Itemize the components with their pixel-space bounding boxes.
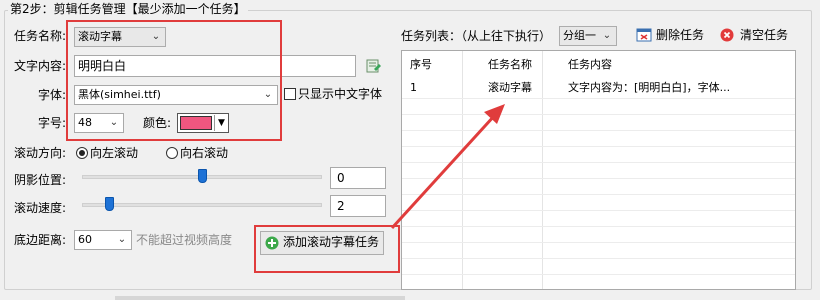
chevron-down-icon: ⌄: [117, 234, 127, 245]
row-divider: [402, 209, 795, 211]
text-content-label: 文字内容:: [14, 59, 67, 73]
highlight-box-add-button: [254, 225, 400, 273]
shadow-slider-thumb[interactable]: [197, 169, 207, 183]
highlight-box-settings: [66, 20, 282, 141]
row-divider: [402, 161, 795, 163]
direction-right-label: 向右滚动: [180, 146, 229, 160]
column-header-index[interactable]: 序号: [410, 57, 432, 73]
speed-slider-thumb[interactable]: [105, 197, 115, 211]
speed-input[interactable]: 2: [330, 195, 386, 217]
cell-content: 文字内容为：[明明白白]，字体...: [568, 81, 731, 94]
shadow-input[interactable]: 0: [330, 167, 386, 189]
speed-label: 滚动速度:: [14, 201, 67, 215]
font-label: 字体:: [38, 88, 67, 102]
direction-right-radio[interactable]: [166, 147, 178, 159]
table-row[interactable]: 1 滚动字幕 文字内容为：[明明白白]，字体...: [402, 79, 795, 97]
step-title: 第2步：剪辑任务管理【最少添加一个任务】: [8, 2, 248, 16]
only-chinese-checkbox[interactable]: [284, 88, 296, 100]
delete-task-label: 删除任务: [656, 28, 705, 42]
row-divider: [402, 257, 795, 259]
group-value: 分组一: [563, 29, 596, 42]
task-list-label: 任务列表：（从上往下执行）: [401, 29, 552, 43]
row-divider: [402, 273, 795, 275]
clear-tasks-button[interactable]: 清空任务: [720, 26, 788, 44]
column-header-content[interactable]: 任务内容: [568, 57, 612, 73]
bottom-distance-hint: 不能超过视频高度: [136, 233, 233, 247]
row-divider: [402, 193, 795, 195]
row-divider: [402, 97, 795, 99]
text-edit-icon[interactable]: [366, 58, 382, 74]
chevron-down-icon: ⌄: [602, 30, 612, 41]
speed-slider-track[interactable]: [82, 203, 322, 207]
delete-task-button[interactable]: 删除任务: [636, 26, 704, 44]
horizontal-scrollbar[interactable]: [115, 296, 405, 300]
shadow-label: 阴影位置:: [14, 173, 67, 187]
task-name-label: 任务名称:: [14, 29, 67, 43]
shadow-value: 0: [337, 171, 345, 185]
clear-tasks-label: 清空任务: [740, 28, 789, 42]
row-divider: [402, 145, 795, 147]
group-select[interactable]: 分组一 ⌄: [559, 26, 617, 46]
cell-name: 滚动字幕: [488, 81, 532, 94]
row-divider: [402, 177, 795, 179]
delete-icon: [636, 28, 652, 42]
task-list-table[interactable]: 序号 任务名称 任务内容 1 滚动字幕 文字内容为：[明明白白]，字体...: [401, 50, 796, 290]
bottom-distance-value: 60: [78, 233, 92, 246]
bottom-distance-label: 底边距离:: [14, 233, 67, 247]
direction-left-radio[interactable]: [76, 147, 88, 159]
direction-left-label: 向左滚动: [90, 146, 139, 160]
direction-label: 滚动方向:: [14, 146, 67, 160]
row-divider: [402, 225, 795, 227]
clear-icon: [720, 28, 734, 42]
speed-value: 2: [337, 199, 345, 213]
row-divider: [402, 129, 795, 131]
column-header-name[interactable]: 任务名称: [488, 57, 532, 73]
row-divider: [402, 241, 795, 243]
only-chinese-label: 只显示中文字体: [298, 87, 383, 101]
bottom-distance-select[interactable]: 60 ⌄: [74, 230, 132, 250]
cell-index: 1: [410, 81, 417, 94]
size-label: 字号:: [38, 116, 67, 130]
row-divider: [402, 113, 795, 115]
